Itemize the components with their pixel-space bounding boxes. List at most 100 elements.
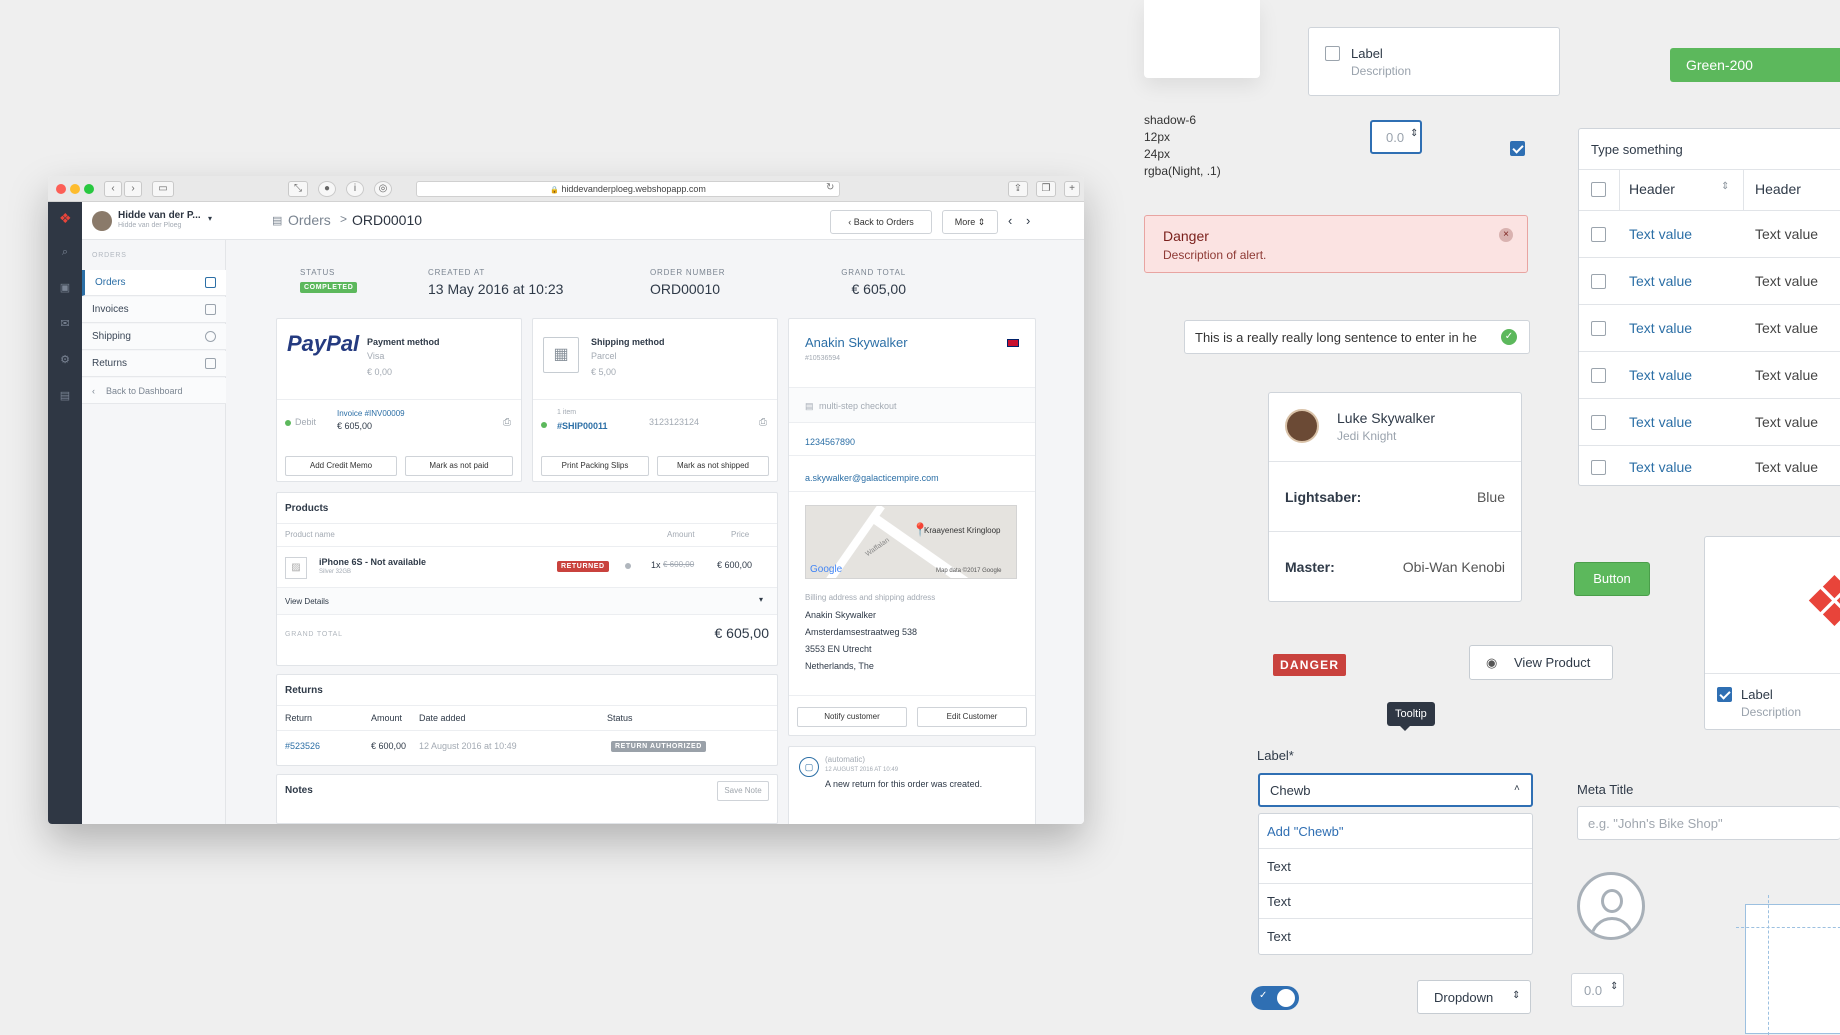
add-credit-memo-button[interactable]: Add Credit Memo [285, 456, 397, 476]
meta-title-label: Meta Title [1577, 782, 1634, 797]
print-packing-slips-button[interactable]: Print Packing Slips [541, 456, 649, 476]
reload-icon[interactable]: ↻ [826, 182, 834, 193]
menu-item[interactable]: Text [1259, 919, 1532, 954]
new-tab-icon[interactable]: + [1064, 181, 1080, 197]
meta-title-input[interactable]: e.g. "John's Bike Shop" [1577, 806, 1840, 840]
long-text-input[interactable]: This is a really really long sentence to… [1184, 320, 1530, 354]
number-stepper[interactable]: 0.0 ⇕ [1370, 120, 1422, 154]
sidebar-item-orders[interactable]: Orders [82, 270, 226, 296]
table-cell[interactable]: Text value [1629, 414, 1692, 430]
back-arrow-icon[interactable]: ‹ [104, 181, 122, 197]
toggle-switch[interactable]: ✓ [1251, 986, 1299, 1010]
brand-logo-icon[interactable]: ❖ [59, 211, 72, 225]
back-to-orders-button[interactable]: ‹ Back to Orders [830, 210, 932, 234]
more-dropdown[interactable]: More ⇕ [942, 210, 998, 234]
primary-button[interactable]: Button [1574, 562, 1650, 596]
menu-item-add[interactable]: Add "Chewb" [1259, 814, 1532, 849]
apps-icon[interactable]: ▤ [59, 390, 71, 402]
sort-icon[interactable]: ⇕ [1721, 181, 1729, 192]
avatar-placeholder-icon[interactable] [1577, 872, 1645, 940]
expand-icon[interactable]: ⤡ [288, 181, 308, 197]
table-row[interactable]: Text value Text value [1579, 211, 1840, 258]
row-checkbox[interactable] [1591, 227, 1606, 242]
back-to-dashboard-link[interactable]: ‹ Back to Dashboard [82, 378, 226, 404]
table-cell[interactable]: Text value [1629, 226, 1692, 242]
share-icon[interactable]: ⇪ [1008, 181, 1028, 197]
customer-name[interactable]: Anakin Skywalker [805, 335, 908, 350]
forward-arrow-icon[interactable]: › [124, 181, 142, 197]
return-link[interactable]: #523526 [285, 741, 320, 751]
number-stepper[interactable]: 0.0 ⇕ [1571, 973, 1624, 1007]
shipment-link[interactable]: #SHIP00011 [557, 421, 608, 431]
menu-item[interactable]: Text [1259, 884, 1532, 919]
tabs-icon[interactable]: ❐ [1036, 181, 1056, 197]
table-row[interactable]: Text value Text value [1579, 399, 1840, 446]
checkbox-checked[interactable] [1510, 141, 1525, 156]
user-switcher[interactable]: Hidde van der P... Hidde van der Ploeg ▾ [82, 202, 226, 240]
invoice-link[interactable]: Invoice #INV00009 [337, 409, 405, 418]
close-dot[interactable] [56, 184, 66, 194]
breadcrumb-parent[interactable]: Orders [288, 212, 331, 228]
mail-icon[interactable]: ✉ [59, 318, 71, 330]
mark-not-paid-button[interactable]: Mark as not paid [405, 456, 513, 476]
column-header[interactable]: Header [1755, 181, 1801, 197]
sidebar-item-invoices[interactable]: Invoices [82, 297, 226, 323]
print-icon[interactable]: ⎙ [759, 417, 767, 428]
minimize-dot[interactable] [70, 184, 80, 194]
table-cell[interactable]: Text value [1629, 273, 1692, 289]
menu-item[interactable]: Text [1259, 849, 1532, 884]
select-all-checkbox[interactable] [1591, 182, 1606, 197]
table-row[interactable]: Text value Text value [1579, 446, 1840, 486]
table-cell[interactable]: Text value [1629, 367, 1692, 383]
row-checkbox[interactable] [1591, 368, 1606, 383]
stepper-arrows-icon[interactable]: ⇕ [1410, 128, 1418, 139]
info-icon[interactable]: i [346, 181, 364, 197]
map[interactable]: 📍 Kraayenest Kringloop Waffalan Google M… [805, 505, 1017, 579]
stepper-arrows-icon[interactable]: ⇕ [1610, 981, 1618, 992]
product-row[interactable]: ▨ iPhone 6S - Not available Silver 32GB … [277, 547, 777, 587]
edit-customer-button[interactable]: Edit Customer [917, 707, 1027, 727]
checkbox[interactable] [1325, 46, 1340, 61]
table-row[interactable]: #523526 € 600,00 12 August 2016 at 10:49… [277, 731, 777, 761]
shop-icon[interactable]: ▣ [59, 282, 71, 294]
table-cell[interactable]: Text value [1629, 320, 1692, 336]
print-icon[interactable]: ⎙ [503, 417, 511, 428]
badge-label: DANGER [1280, 658, 1340, 672]
sidebar-toggle-icon[interactable]: ▭ [152, 181, 174, 197]
row-checkbox[interactable] [1591, 274, 1606, 289]
table-row[interactable]: Text value Text value [1579, 305, 1840, 352]
row-checkbox[interactable] [1591, 460, 1606, 475]
view-product-button[interactable]: ◉ View Product [1469, 645, 1613, 680]
customer-phone[interactable]: 1234567890 [805, 437, 855, 447]
close-icon[interactable]: × [1499, 228, 1513, 242]
sidebar-item-shipping[interactable]: Shipping [82, 324, 226, 350]
shipping-amount: € 5,00 [591, 367, 617, 377]
globe-icon[interactable]: ◎ [374, 181, 392, 197]
notify-customer-button[interactable]: Notify customer [797, 707, 907, 727]
table-row[interactable]: Text value Text value [1579, 258, 1840, 305]
mark-not-shipped-button[interactable]: Mark as not shipped [657, 456, 769, 476]
swatch-label: Green-200 [1686, 57, 1753, 73]
checkbox-checked[interactable] [1717, 687, 1732, 702]
row-checkbox[interactable] [1591, 415, 1606, 430]
dropdown-button[interactable]: Dropdown ⇕ [1417, 980, 1531, 1014]
search-icon[interactable]: ⌕ [59, 246, 71, 258]
customer-email[interactable]: a.skywalker@galacticempire.com [805, 473, 939, 483]
zoom-dot[interactable] [84, 184, 94, 194]
returns-card: Returns Return Amount Date added Status … [276, 674, 778, 766]
view-details-row[interactable]: View Details ▾ [277, 587, 777, 615]
address-bar[interactable]: 🔒 hiddevanderploeg.webshopapp.com [416, 181, 840, 197]
table-row[interactable]: Text value Text value [1579, 352, 1840, 399]
prev-order-icon[interactable]: ‹ [1008, 213, 1012, 228]
next-order-icon[interactable]: › [1026, 213, 1030, 228]
selectable-card[interactable]: ❖ Label Description [1704, 536, 1840, 730]
settings-icon[interactable]: ⚙ [59, 354, 71, 366]
extension-icon[interactable]: ● [318, 181, 336, 197]
row-checkbox[interactable] [1591, 321, 1606, 336]
table-cell[interactable]: Text value [1629, 459, 1692, 475]
column-header[interactable]: Header [1629, 181, 1675, 197]
payment-amount: € 0,00 [367, 367, 393, 377]
sidebar-item-returns[interactable]: Returns [82, 351, 226, 377]
save-note-button[interactable]: Save Note [717, 781, 769, 801]
combobox[interactable]: Chewb ˄ [1258, 773, 1533, 807]
